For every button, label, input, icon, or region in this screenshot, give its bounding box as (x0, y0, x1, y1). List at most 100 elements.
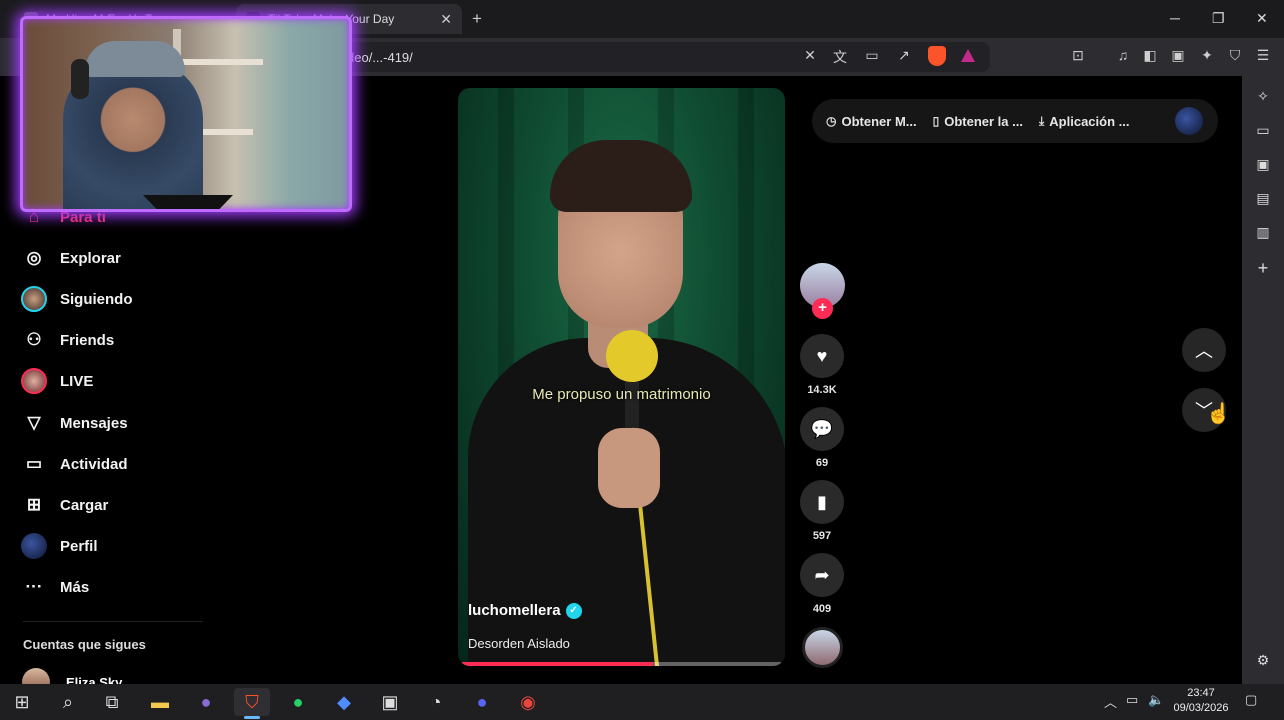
wallet-icon[interactable]: ▣ (1242, 156, 1284, 173)
save-button[interactable]: ▮ (800, 480, 844, 524)
nav-explorar[interactable]: ◎ Explorar (20, 244, 121, 272)
live-avatar (20, 367, 48, 395)
minimize-button[interactable]: ─ (1170, 10, 1180, 26)
notifications-icon[interactable]: ▢ (1245, 692, 1257, 708)
share-count: 409 (812, 603, 832, 615)
discord-icon[interactable]: ● (188, 688, 224, 716)
video-icon[interactable]: ▭ (1242, 122, 1284, 139)
cap (85, 41, 185, 77)
nav-label: Perfil (60, 537, 98, 555)
settings-icon[interactable]: ⚙ (1242, 652, 1284, 669)
menu-icon[interactable]: ☰ (1253, 47, 1273, 64)
close-tab-icon[interactable]: ✕ (440, 11, 452, 28)
bookmark-icon: ▮ (817, 491, 827, 512)
compass-icon: ◎ (26, 248, 42, 267)
address-bar[interactable]: /video/...-419/ (300, 42, 990, 72)
wallet-icon[interactable]: ▣ (1168, 47, 1188, 64)
capture-icon[interactable]: ▣ (372, 688, 408, 716)
nav-label: LIVE (60, 372, 94, 390)
previous-video-button[interactable]: ︿ (1182, 328, 1226, 372)
nav-cargar[interactable]: ⊞ Cargar (20, 491, 108, 519)
video-player[interactable]: Me propuso un matrimonio luchomellera ✓ … (458, 88, 785, 666)
like-button[interactable]: ♥ (800, 334, 844, 378)
nav-mensajes[interactable]: ▽ Mensajes (20, 409, 128, 437)
follow-plus-icon[interactable]: + (812, 298, 833, 319)
task-view-icon[interactable]: ⧉ (94, 688, 130, 716)
search-icon[interactable]: ⌕ (50, 688, 86, 716)
chrome-icon[interactable]: ◉ (510, 688, 546, 716)
whatsapp-icon[interactable]: ● (280, 688, 316, 716)
following-header: Cuentas que sigues (23, 637, 146, 652)
upload-icon: ⊞ (26, 495, 42, 514)
like-count: 14.3K (807, 384, 837, 396)
nav-label: Siguiendo (60, 290, 133, 308)
new-tab-button[interactable]: + (472, 9, 482, 29)
start-icon[interactable]: ⊞ (4, 688, 40, 716)
promo-item-1[interactable]: ◷ Obtener M... (826, 114, 917, 129)
translate-icon[interactable]: 文 (830, 47, 850, 67)
nav-label: Más (60, 578, 90, 596)
nav-label: Cargar (60, 496, 109, 514)
music-icon[interactable]: ♫ (1113, 47, 1133, 63)
maximize-button[interactable]: ❐ (1212, 10, 1225, 27)
share-icon[interactable]: ↗ (894, 47, 914, 64)
volume-icon[interactable]: 🔈 (1148, 692, 1164, 708)
cast-icon[interactable]: ▭ (862, 47, 882, 64)
bookmarks-icon[interactable]: ▤ (1242, 190, 1284, 207)
nav-siguiendo[interactable]: Siguiendo (20, 285, 133, 313)
promo-item-3[interactable]: ⤓ Aplicación ... (1039, 114, 1130, 129)
share-button[interactable]: ➦ (800, 553, 844, 597)
brave-rewards-icon[interactable] (961, 49, 975, 62)
leo-icon[interactable]: ✦ (1197, 47, 1217, 64)
nav-mas[interactable]: ··· Más (20, 573, 90, 601)
leo-icon[interactable]: ✧ (1242, 88, 1284, 105)
sound-avatar[interactable] (802, 627, 843, 668)
save-count: 597 (812, 530, 832, 542)
nav-label: Actividad (60, 455, 128, 473)
file-explorer-icon[interactable]: ▬ (142, 688, 178, 716)
comment-count: 69 (815, 457, 829, 469)
app-icon[interactable]: ◆ (326, 688, 362, 716)
translate-off-icon[interactable]: ✕ (800, 47, 820, 64)
chevron-up-icon: ︿ (1195, 341, 1213, 361)
following-avatar (20, 285, 48, 313)
network-icon[interactable]: ▭ (1126, 692, 1138, 708)
close-window-button[interactable]: ✕ (1256, 10, 1268, 27)
nav-label: Friends (60, 331, 115, 349)
reading-list-icon[interactable]: ▥ (1242, 224, 1284, 241)
browser-sidebar: ✧ ▭ ▣ ▤ ▥ + ⚙ (1242, 76, 1284, 684)
video-author[interactable]: luchomellera ✓ (468, 602, 582, 619)
taskbar: ⊞ ⌕ ⧉ ▬ ● ⛉ ● ◆ ▣ ◔ ● ◉ (0, 684, 1284, 720)
tray-chevron-icon[interactable]: ︿ (1104, 692, 1117, 711)
brave-shield-icon[interactable] (928, 46, 946, 66)
activity-icon: ▭ (25, 454, 43, 473)
account-avatar[interactable] (1175, 107, 1203, 135)
webcam-overlay (20, 16, 352, 212)
share-arrow-icon: ➦ (814, 564, 830, 585)
video-progress-fill (462, 662, 654, 666)
more-icon: ··· (25, 577, 43, 596)
sidebar-icon[interactable]: ◧ (1140, 47, 1160, 64)
download-icon: ⤓ (1038, 113, 1045, 128)
vpn-icon[interactable]: ⛉ (1225, 47, 1245, 64)
comment-button[interactable]: 💬 (800, 407, 844, 451)
nav-actividad[interactable]: ▭ Actividad (20, 450, 128, 478)
tab-search-icon[interactable]: ⊡ (1068, 47, 1088, 64)
nav-live[interactable]: LIVE (20, 367, 93, 395)
speedtest-icon[interactable]: ◔ (418, 688, 454, 716)
comment-icon: 💬 (810, 418, 834, 439)
nav-label: Mensajes (60, 414, 128, 432)
nav-label: Explorar (60, 249, 121, 267)
taskbar-clock[interactable]: 23:47 09/03/2026 (1168, 686, 1234, 716)
clock-time: 23:47 (1187, 687, 1215, 699)
brave-icon[interactable]: ⛉ (234, 688, 270, 719)
nav-friends[interactable]: ⚇ Friends (20, 326, 114, 354)
nav-perfil[interactable]: Perfil (20, 532, 98, 560)
discord-badge-icon[interactable]: ● (464, 688, 500, 716)
promo-item-2[interactable]: ▯ Obtener la ... (933, 114, 1023, 129)
add-icon[interactable]: + (1242, 258, 1284, 279)
clock-date: 09/03/2026 (1173, 702, 1229, 714)
video-progress[interactable] (462, 662, 781, 666)
send-icon: ▽ (27, 413, 41, 432)
mouse-cursor-icon: ☝ (1206, 403, 1231, 425)
